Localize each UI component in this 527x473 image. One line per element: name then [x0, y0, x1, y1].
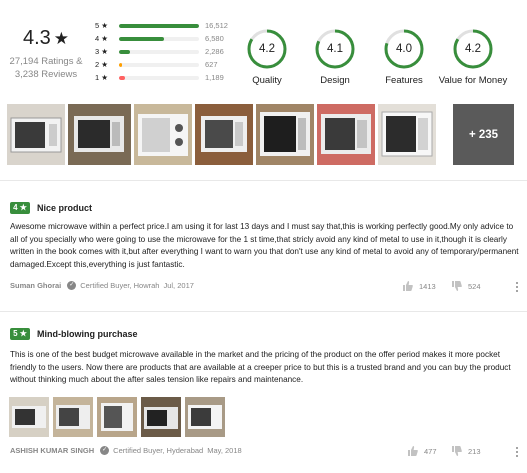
more-options-icon[interactable]	[516, 447, 519, 459]
aspect-value: 4.2	[259, 43, 275, 55]
more-photos-button[interactable]: + 235	[453, 104, 514, 165]
customer-photo[interactable]	[7, 104, 65, 165]
aspect-value: 4.1	[327, 43, 343, 55]
review-body: This is one of the best budget microwave…	[10, 350, 511, 385]
customer-photo-gallery: + 235	[7, 104, 517, 165]
review-photo[interactable]	[53, 397, 93, 437]
ratings-count: 27,194 Ratings &	[9, 56, 83, 67]
aspect-value: 4.0	[396, 43, 412, 55]
customer-photo[interactable]	[134, 104, 192, 165]
distribution-label: 1 ★	[95, 73, 108, 82]
reviews-count: 3,238 Reviews	[14, 69, 78, 80]
thumbs-down-icon	[452, 281, 462, 291]
review-meta: Suman Ghorai ✓ Certified Buyer, Howrah J…	[10, 281, 194, 290]
aspect-caption: Quality	[252, 75, 282, 86]
aspect-design[interactable]: 4.1 Design	[300, 28, 370, 86]
dislike-count: 524	[468, 281, 481, 291]
review-photo[interactable]	[185, 397, 225, 437]
aspect-value-for-money[interactable]: 4.2 Value for Money	[438, 28, 508, 86]
distribution-bar	[119, 63, 123, 67]
review-body: Awesome microwave within a perfect price…	[10, 222, 519, 269]
ratings-summary: 4.3 ★ 27,194 Ratings & 3,238 Reviews 5 ★ …	[0, 0, 527, 100]
distribution-bar	[119, 50, 131, 54]
distribution-count: 1,189	[205, 73, 224, 82]
customer-photo[interactable]	[195, 104, 253, 165]
distribution-label: 2 ★	[95, 60, 108, 69]
review-photo[interactable]	[9, 397, 49, 437]
like-button[interactable]: 1413	[403, 281, 436, 291]
distribution-bar	[119, 24, 199, 28]
review-title: Nice product	[37, 203, 93, 213]
aspect-caption: Value for Money	[438, 75, 508, 86]
overall-rating-value: 4.3	[22, 27, 51, 49]
like-count: 1413	[419, 281, 436, 291]
distribution-label: 5 ★	[95, 21, 108, 30]
review-photo[interactable]	[141, 397, 181, 437]
dislike-count: 213	[468, 446, 481, 456]
review-certified: Certified Buyer, Howrah	[80, 281, 160, 290]
review-rating-badge: 4 ★	[10, 202, 30, 214]
distribution-count: 2,286	[205, 47, 224, 56]
distribution-row: 1 ★ 1,189	[95, 72, 235, 83]
like-count: 477	[424, 446, 437, 456]
customer-photo[interactable]	[68, 104, 131, 165]
review-title: Mind-blowing purchase	[37, 329, 138, 339]
review-author: Suman Ghorai	[10, 281, 62, 290]
aspect-features[interactable]: 4.0 Features	[369, 28, 439, 86]
rating-distribution: 5 ★ 16,512 4 ★ 6,580 3 ★ 2,286 2 ★ 627 1…	[95, 20, 235, 85]
review-author: ASHISH KUMAR SINGH	[10, 446, 95, 455]
distribution-bar	[119, 76, 125, 80]
distribution-bar	[119, 37, 164, 41]
dislike-button[interactable]: 524	[452, 281, 481, 291]
aspect-quality[interactable]: 4.2 Quality	[232, 28, 302, 86]
distribution-row: 5 ★ 16,512	[95, 20, 235, 31]
dislike-button[interactable]: 213	[452, 446, 481, 456]
distribution-label: 3 ★	[95, 47, 108, 56]
distribution-row: 4 ★ 6,580	[95, 33, 235, 44]
review-card: 4 ★ Nice product Awesome microwave withi…	[0, 180, 527, 298]
star-icon: ★	[53, 29, 70, 48]
distribution-label: 4 ★	[95, 34, 108, 43]
review-card: 5 ★ Mind-blowing purchase This is one of…	[0, 311, 527, 473]
review-certified: Certified Buyer, Hyderabad	[113, 446, 204, 455]
thumbs-up-icon	[408, 446, 418, 456]
thumbs-up-icon	[403, 281, 413, 291]
distribution-count: 627	[205, 60, 218, 69]
customer-photo[interactable]	[317, 104, 375, 165]
like-button[interactable]: 477	[408, 446, 437, 456]
customer-photo[interactable]	[378, 104, 436, 165]
review-date: May, 2018	[207, 446, 242, 455]
overall-rating: 4.3 ★ 27,194 Ratings & 3,238 Reviews	[0, 26, 92, 81]
review-date: Jul, 2017	[163, 281, 194, 290]
certified-check-icon: ✓	[100, 446, 110, 455]
distribution-row: 2 ★ 627	[95, 59, 235, 70]
distribution-count: 16,512	[205, 21, 228, 30]
review-rating-badge: 5 ★	[10, 328, 30, 340]
aspect-caption: Design	[320, 75, 350, 86]
customer-photo[interactable]	[256, 104, 314, 165]
certified-check-icon: ✓	[67, 281, 77, 290]
review-meta: ASHISH KUMAR SINGH ✓ Certified Buyer, Hy…	[10, 446, 242, 455]
aspect-value: 4.2	[465, 43, 481, 55]
review-photo[interactable]	[97, 397, 137, 437]
distribution-count: 6,580	[205, 34, 224, 43]
distribution-row: 3 ★ 2,286	[95, 46, 235, 57]
aspect-caption: Features	[385, 75, 423, 86]
thumbs-down-icon	[452, 446, 462, 456]
review-photos	[9, 397, 229, 437]
more-options-icon[interactable]	[516, 282, 519, 294]
